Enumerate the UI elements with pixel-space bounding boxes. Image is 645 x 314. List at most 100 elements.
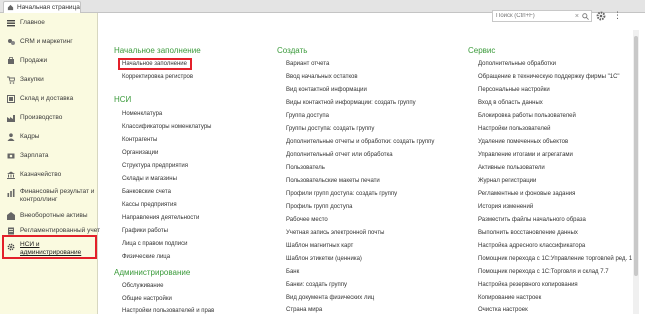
sidebar-item-label: Регламентированный учет [20,227,101,234]
link-nsi[interactable]: Направления деятельности [122,215,199,221]
sidebar-item-label-line2: контроллинг [20,196,58,203]
link-nsi[interactable]: Организации [122,150,158,156]
more-menu-button[interactable]: ⋮ [613,10,622,20]
link-service[interactable]: Персональные настройки [478,87,550,93]
link-service[interactable]: Активные пользователи [478,165,545,171]
salary-icon [7,153,15,159]
link-create[interactable]: Вид контактной информации [286,87,367,93]
link-create[interactable]: Шаблон этикетки (ценника) [286,256,362,262]
link-create[interactable]: Рабочее место [286,217,328,223]
sidebar-item-label: CRM и маркетинг [20,38,73,45]
sidebar-item-label: Внеоборотные активы [20,212,88,219]
sales-icon [8,57,14,64]
search-icon[interactable] [582,13,589,20]
sidebar-item-label: Кадры [20,133,40,140]
link-service[interactable]: Журнал регистрации [478,178,536,184]
link-create[interactable]: Профиль групп доступа [286,204,352,210]
link-service[interactable]: Удаление помеченных объектов [478,139,568,145]
sidebar-selection-highlight [2,235,97,259]
sidebar: Главное CRM и маркетинг Продажи Закупки … [0,13,101,314]
crm-icon [8,39,15,45]
link-nsi[interactable]: Физические лица [122,254,170,260]
link-correct-registers[interactable]: Корректировка регистров [122,74,193,80]
link-admin[interactable]: Обслуживание [122,283,163,289]
tab-home-page[interactable]: Начальная страница [3,1,81,13]
link-service[interactable]: Выполнить восстановление данных [478,230,578,236]
link-service[interactable]: Обращение в техническую поддержку фирмы … [478,74,620,80]
link-service[interactable]: Копирование настроек [478,295,541,301]
link-create[interactable]: Дополнительный отчет или обработка [286,152,393,158]
link-create[interactable]: Банки: создать группу [286,282,347,288]
link-nsi[interactable]: Классификаторы номенклатуры [122,124,212,130]
link-nsi[interactable]: Лица с правом подписи [122,241,187,247]
link-create[interactable]: Шаблон магнитных карт [286,243,353,249]
search-input[interactable] [493,11,569,21]
link-create[interactable]: Пользовательские макеты печати [286,178,380,184]
sidebar-item-label: Казначейство [20,171,62,178]
link-service[interactable]: Настройка резервного копирования [478,282,578,288]
link-service[interactable]: Блокировка работы пользователей [478,113,576,119]
purchases-icon [7,76,15,84]
link-service[interactable]: Вход в область данных [478,100,543,106]
home-icon [7,4,14,11]
scroll-thumb[interactable] [634,36,638,276]
production-icon [7,115,15,122]
link-service[interactable]: Разместить файлы начального образа [478,217,586,223]
link-create[interactable]: Профили групп доступа: создать группу [286,191,397,197]
sidebar-item-label: Закупки [20,76,44,83]
tab-label: Начальная страница [17,4,80,11]
link-nsi[interactable]: Номенклатура [122,111,162,117]
link-nsi[interactable]: Кассы предприятия [122,202,177,208]
section-title-initial-fill: Начальное заполнение [114,46,201,55]
search-box: × [492,10,592,22]
link-create[interactable]: Учетная запись электронной почты [286,230,384,236]
sidebar-item-label: Зарплата [20,152,49,159]
clear-search-button[interactable]: × [575,12,579,21]
link-create[interactable]: Дополнительные отчеты и обработки: созда… [286,139,434,145]
link-admin[interactable]: Общие настройки [122,296,172,302]
link-service[interactable]: Дополнительные обработки [478,61,556,67]
sidebar-item-label: Главное [20,19,45,26]
link-service[interactable]: Настройка адресного классификатора [478,243,585,249]
link-service[interactable]: Помощник перехода с 1С:Управление торгов… [478,256,632,262]
link-create[interactable]: Вариант отчета [286,61,329,67]
sidebar-item-label: Финансовый результат и [20,188,95,195]
menu-icon [7,20,15,27]
section-title-nsi: НСИ [114,95,132,104]
link-service[interactable]: Помощник перехода с 1С:Торговля и склад … [478,269,609,275]
section-title-service: Сервис [468,46,496,55]
link-nsi[interactable]: Контрагенты [122,137,157,143]
link-service[interactable]: Очистка настроек [478,307,528,313]
finance-icon [7,189,15,197]
section-title-administration: Администрирование [114,268,191,277]
link-service[interactable]: Регламентные и фоновые задания [478,191,575,197]
link-nsi[interactable]: Банковские счета [122,189,171,195]
link-service[interactable]: Управление итогами и агрегатами [478,152,573,158]
link-selection-highlight [118,58,192,70]
link-nsi[interactable]: Графики работы [122,228,168,234]
link-create[interactable]: Пользователь [286,165,325,171]
link-create[interactable]: Ввод начальных остатков [286,74,358,80]
link-nsi[interactable]: Структура предприятия [122,163,188,169]
assets-icon [7,212,15,220]
sidebar-item-label: Производство [20,114,63,121]
link-create[interactable]: Страна мира [286,307,322,313]
accounting-icon [8,227,14,235]
warehouse-icon [7,95,15,103]
link-admin[interactable]: Настройки пользователей и прав [122,308,214,314]
vertical-scrollbar[interactable] [633,30,639,314]
link-service[interactable]: Настройки пользователей [478,126,551,132]
section-title-create: Создать [277,46,308,55]
sidebar-item-label: Склад и доставка [20,95,74,102]
link-create[interactable]: Группа доступа [286,113,329,119]
link-nsi[interactable]: Склады и магазины [122,176,177,182]
sidebar-item-label: Продажи [20,57,48,64]
settings-gear-icon[interactable] [596,11,606,21]
link-create[interactable]: Виды контактной информации: создать груп… [286,100,416,106]
link-create[interactable]: Вид документа физических лиц [286,295,374,301]
link-service[interactable]: История изменений [478,204,533,210]
treasury-icon [7,171,15,179]
link-create[interactable]: Банк [286,269,299,275]
personnel-icon [7,133,15,141]
link-create[interactable]: Группы доступа: создать группу [286,126,374,132]
